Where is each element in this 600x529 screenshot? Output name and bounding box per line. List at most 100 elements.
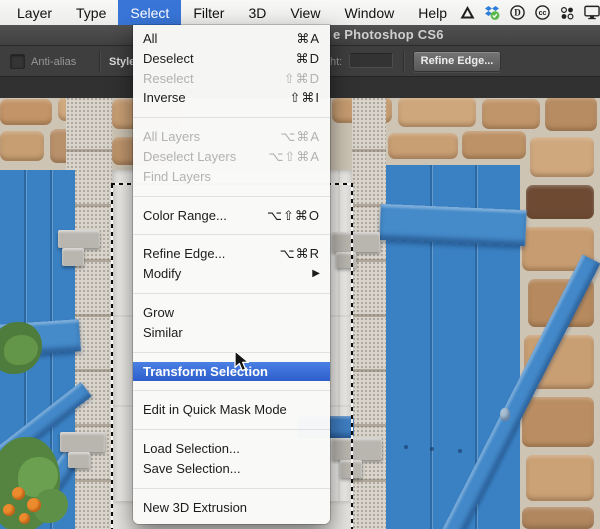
hinge bbox=[58, 230, 100, 248]
menubar-item-view[interactable]: View bbox=[278, 0, 332, 25]
stone bbox=[522, 397, 594, 447]
stone bbox=[522, 507, 594, 529]
menubar-item-help[interactable]: Help bbox=[406, 0, 459, 25]
menu-item-label: Edit in Quick Mask Mode bbox=[143, 402, 287, 418]
selection-marching-ants-left bbox=[111, 184, 113, 529]
menubar-item-layer[interactable]: Layer bbox=[5, 0, 64, 25]
menu-item-label: Deselect bbox=[143, 50, 194, 66]
bolt bbox=[430, 447, 434, 451]
menu-item-inverse[interactable]: Inverse ⇧⌘I bbox=[133, 88, 330, 108]
menu-item-shortcut: ⇧⌘D bbox=[283, 70, 320, 86]
menu-separator bbox=[133, 420, 330, 439]
menu-item-label: Modify bbox=[143, 266, 182, 282]
menubar-item-filter[interactable]: Filter bbox=[181, 0, 236, 25]
menu-item-save-selection[interactable]: Save Selection... bbox=[133, 459, 330, 479]
menu-item-label: Inverse bbox=[143, 90, 186, 106]
divider bbox=[403, 50, 404, 72]
menubar-item-select[interactable]: Select bbox=[118, 0, 182, 25]
stone bbox=[388, 133, 458, 159]
orange-flower bbox=[12, 487, 25, 500]
menubar-item-window[interactable]: Window bbox=[332, 0, 406, 25]
menu-item-label: Color Range... bbox=[143, 207, 227, 223]
height-input[interactable] bbox=[349, 53, 393, 68]
menu-item-label: New 3D Extrusion bbox=[143, 499, 248, 515]
submenu-arrow-icon: ▶ bbox=[312, 268, 320, 280]
right-shutter bbox=[379, 165, 600, 529]
menu-item-label: Find Layers bbox=[143, 168, 211, 184]
menu-separator bbox=[133, 479, 330, 498]
menu-item-modify[interactable]: Modify ▶ bbox=[133, 264, 330, 284]
menubar: Layer Type Select Filter 3D View Window Help D … bbox=[0, 0, 600, 25]
menu-item-new-3d-extrusion[interactable]: New 3D Extrusion bbox=[133, 498, 330, 518]
menu-separator bbox=[133, 343, 330, 362]
menu-item-grow[interactable]: Grow bbox=[133, 303, 330, 323]
stone bbox=[526, 455, 594, 501]
dropbox-icon[interactable] bbox=[484, 5, 500, 21]
menu-item-refine-edge[interactable]: Refine Edge... ⌥⌘R bbox=[133, 244, 330, 264]
svg-text:D: D bbox=[514, 8, 521, 18]
hinge bbox=[62, 248, 84, 266]
menu-item-label: All Layers bbox=[143, 129, 201, 145]
menu-item-label: Save Selection... bbox=[143, 460, 241, 476]
selection-marching-ants-right bbox=[351, 183, 353, 529]
hinge bbox=[332, 232, 380, 252]
menu-item-label: Load Selection... bbox=[143, 441, 240, 457]
menu-item-reselect: Reselect ⇧⌘D bbox=[133, 69, 330, 89]
menu-item-label: Similar bbox=[143, 324, 183, 340]
mouse-cursor bbox=[233, 350, 252, 379]
menu-item-label: Reselect bbox=[143, 70, 194, 86]
stone bbox=[530, 137, 594, 177]
menubar-item-type[interactable]: Type bbox=[64, 0, 118, 25]
menu-item-load-selection[interactable]: Load Selection... bbox=[133, 439, 330, 459]
anti-alias-checkbox[interactable] bbox=[10, 54, 25, 69]
anti-alias-label: Anti-alias bbox=[31, 56, 77, 68]
svg-text:cc: cc bbox=[538, 10, 546, 17]
d-circle-icon[interactable]: D bbox=[509, 5, 525, 21]
height-label: ht: bbox=[330, 56, 343, 68]
menu-item-shortcut: ⌥⇧⌘A bbox=[268, 148, 320, 164]
menu-separator bbox=[133, 108, 330, 127]
menu-separator bbox=[133, 187, 330, 206]
stone bbox=[0, 131, 44, 161]
drive-icon[interactable] bbox=[459, 5, 475, 21]
menu-item-all-layers: All Layers ⌥⌘A bbox=[133, 127, 330, 147]
photoshop-screen: e Photoshop CS6 Anti-alias Style: ht: Re… bbox=[0, 0, 600, 529]
menubar-status-icons: D cc bbox=[459, 0, 600, 25]
menu-item-transform-selection[interactable]: Transform Selection bbox=[133, 361, 330, 382]
stone bbox=[526, 185, 594, 219]
shutter-knob bbox=[500, 408, 510, 421]
menubar-item-3d[interactable]: 3D bbox=[236, 0, 278, 25]
hinge bbox=[336, 252, 356, 268]
menu-item-label: Deselect Layers bbox=[143, 148, 237, 164]
stone bbox=[545, 97, 597, 131]
refine-edge-button[interactable]: Refine Edge... bbox=[413, 51, 501, 72]
orange-flower bbox=[19, 513, 30, 524]
menu-item-color-range[interactable]: Color Range... ⌥⇧⌘O bbox=[133, 206, 330, 226]
bolt bbox=[458, 449, 462, 453]
menu-item-all[interactable]: All ⌘A bbox=[133, 29, 330, 49]
orange-flower bbox=[3, 504, 15, 516]
menu-item-edit-in-quick-mask-mode[interactable]: Edit in Quick Mask Mode bbox=[133, 400, 330, 420]
hinge bbox=[68, 452, 90, 468]
menu-item-label: All bbox=[143, 31, 158, 46]
bolt bbox=[404, 445, 408, 449]
menu-item-shortcut: ⌥⌘R bbox=[279, 246, 320, 262]
display-icon[interactable] bbox=[584, 5, 600, 21]
stone bbox=[482, 99, 540, 129]
stone bbox=[462, 131, 526, 159]
orange-flower bbox=[27, 498, 41, 512]
menu-item-deselect[interactable]: Deselect ⌘D bbox=[133, 49, 330, 69]
divider bbox=[99, 50, 100, 72]
menu-item-deselect-layers: Deselect Layers ⌥⇧⌘A bbox=[133, 147, 330, 167]
stone bbox=[0, 99, 52, 125]
dots-icon[interactable] bbox=[559, 5, 575, 21]
menu-separator bbox=[133, 381, 330, 400]
menu-item-similar[interactable]: Similar bbox=[133, 323, 330, 343]
menu-item-shortcut: ⌥⌘A bbox=[280, 129, 320, 145]
menu-separator bbox=[133, 284, 330, 303]
menu-separator bbox=[133, 225, 330, 244]
creative-cloud-icon[interactable]: cc bbox=[534, 5, 550, 21]
menubar-items: Layer Type Select Filter 3D View Window Help bbox=[0, 0, 459, 25]
window-title: e Photoshop CS6 bbox=[333, 27, 444, 42]
menu-item-label: Grow bbox=[143, 304, 175, 320]
